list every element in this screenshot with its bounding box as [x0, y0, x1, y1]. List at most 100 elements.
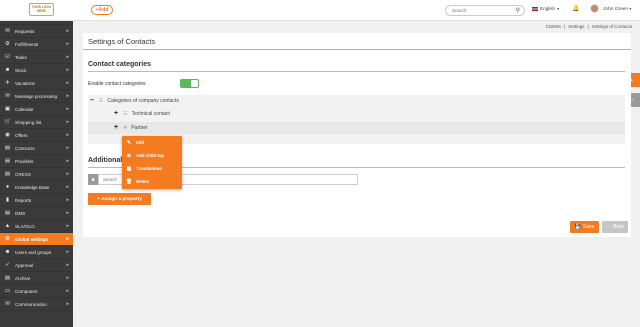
sidebar-item-communication[interactable]: ✉ Communication ▸: [0, 298, 73, 311]
collapse-icon[interactable]: –: [90, 97, 94, 104]
sidebar-item-approval[interactable]: ✓ Approval ▸: [0, 259, 73, 272]
chevron-right-icon: ▸: [66, 275, 69, 281]
sidebar-item-computers[interactable]: ▭ Computers ▸: [0, 285, 73, 298]
sidebar-item-sla-olo[interactable]: ▲ SLA/OLO ▸: [0, 220, 73, 233]
search-icon[interactable]: ⚲: [516, 7, 520, 14]
chevron-down-icon: ▾: [557, 6, 560, 11]
expand-icon[interactable]: +: [114, 110, 118, 117]
add-button[interactable]: +Add: [91, 5, 113, 15]
global-search-input[interactable]: [446, 6, 508, 15]
communication-icon: ✉: [5, 301, 10, 307]
breadcrumb-item-2: Settings of Contacts: [591, 24, 632, 29]
stock-icon: ■: [5, 67, 10, 73]
chevron-right-icon: ▸: [66, 249, 69, 255]
drag-handle-icon[interactable]: ☰: [123, 111, 127, 117]
chevron-right-icon: ▸: [66, 223, 69, 229]
sidebar-item-label: Tasks: [15, 54, 27, 60]
trash-icon: 🗑: [125, 178, 133, 185]
sidebar-item-pricelists[interactable]: ▤ Pricelists ▸: [0, 155, 73, 168]
context-menu-delete[interactable]: 🗑 Delete: [122, 175, 182, 188]
tree-item[interactable]: + ✥ Partner: [114, 124, 148, 131]
page-title: Settings of Contacts: [88, 37, 156, 46]
sidebar-item-users-and-groups[interactable]: ☻ Users and groups ▸: [0, 246, 73, 259]
translations-icon: ▦: [126, 165, 132, 172]
breadcrumb-item-1[interactable]: Settings: [568, 24, 584, 29]
tree-item-label: Partner: [131, 124, 148, 131]
assign-property-button[interactable]: + Assign a property: [88, 193, 151, 205]
sidebar-item-fulfillments[interactable]: ⚙ Fulfillments ▸: [0, 38, 73, 51]
chevron-right-icon: ▸: [66, 301, 69, 307]
chevron-right-icon: ▸: [66, 210, 69, 216]
sidebar-item-calendar[interactable]: ▣ Calendar ▸: [0, 103, 73, 116]
sidebar-item-vacations[interactable]: ✈ Vacations ▸: [0, 77, 73, 90]
breadcrumb-item-0[interactable]: CDBSK: [546, 24, 562, 29]
sidebar-item-shopping-list[interactable]: 🛒 Shopping list ▸: [0, 116, 73, 129]
users-icon: ☻: [4, 249, 11, 255]
avatar[interactable]: [590, 4, 599, 13]
sidebar-item-label: Archive: [15, 275, 31, 281]
reports-icon: ▮: [5, 197, 10, 203]
tasks-icon: ☑: [5, 54, 10, 60]
sidebar: ☰Deals▸✉Requests▸⚙Fulfillments▸☑Tasks▸■S…: [0, 21, 73, 327]
contracts-icon: ▤: [4, 145, 11, 151]
add-icon: ⊕: [126, 152, 132, 159]
drag-handle-icon[interactable]: ☰: [99, 98, 103, 104]
chevron-right-icon: ▸: [66, 132, 69, 138]
archive-icon: ▤: [4, 275, 11, 281]
language-selector[interactable]: English ▾: [532, 6, 559, 11]
sidebar-item-label: CRESS: [15, 171, 31, 177]
sidebar-item-requests[interactable]: ✉ Requests ▸: [0, 25, 73, 38]
enable-categories-toggle[interactable]: [180, 79, 199, 88]
sidebar-item-label: Communication: [15, 301, 47, 307]
tree-root[interactable]: – ☰ Categories of company contacts: [90, 97, 179, 104]
back-button[interactable]: ← Back: [602, 221, 628, 233]
expand-icon[interactable]: +: [114, 124, 118, 131]
bell-icon[interactable]: 🔔: [572, 5, 579, 12]
select-all-checkbox[interactable]: ■: [88, 174, 98, 185]
fulfillments-icon: ⚙: [5, 41, 10, 47]
deals-icon: ☰: [4, 21, 11, 22]
tree-item-label: Technical contact: [131, 110, 170, 117]
chevron-right-icon: ▸: [66, 158, 69, 164]
sidebar-item-label: Reports: [15, 197, 32, 203]
sidebar-item-reports[interactable]: ▮ Reports ▸: [0, 194, 73, 207]
save-button[interactable]: 💾 Save: [570, 221, 599, 233]
context-menu-add-child[interactable]: ⊕ Add child tag: [122, 149, 182, 162]
context-menu-translations[interactable]: ▦ Translations: [122, 162, 182, 175]
sidebar-item-cress[interactable]: ▤ CRESS ▸: [0, 168, 73, 181]
settings-icon: ⚙: [5, 236, 10, 242]
save-label: Save: [582, 224, 595, 230]
chevron-right-icon: ▸: [66, 236, 69, 242]
sidebar-item-knowledge-base[interactable]: ● Knowledge Base ▸: [0, 181, 73, 194]
enable-categories-label: Enable contact categories: [88, 81, 146, 87]
sidebar-item-archive[interactable]: ▤ Archive ▸: [0, 272, 73, 285]
sidebar-item-global-settings[interactable]: ⚙ Global settings ▸: [0, 233, 73, 246]
context-menu-label: Delete: [136, 179, 150, 184]
chevron-right-icon: ▸: [66, 67, 69, 73]
tree-root-label: Categories of company contacts: [107, 97, 179, 104]
tree-item[interactable]: + ☰ Technical contact: [114, 110, 170, 117]
sidebar-item-label: Vacations: [15, 80, 35, 86]
sidebar-item-message-processing[interactable]: ✉ Message processing ▸: [0, 90, 73, 103]
company-logo[interactable]: YOUR LOGO HERE: [29, 3, 54, 16]
vacations-icon: ✈: [5, 80, 10, 86]
message-icon: ✉: [5, 93, 10, 99]
sidebar-item-label: Calendar: [15, 106, 34, 112]
sidebar-item-stock[interactable]: ■ Stock ▸: [0, 64, 73, 77]
sidebar-item-contracts[interactable]: ▤ Contracts ▸: [0, 142, 73, 155]
chevron-right-icon: ▸: [66, 288, 69, 294]
chevron-right-icon: ▸: [66, 119, 69, 125]
sidebar-item-offers[interactable]: ◉ Offers ▸: [0, 129, 73, 142]
sidebar-item-label: Requests: [15, 28, 35, 34]
sidebar-item-label: Offers: [15, 132, 28, 138]
language-label: English: [540, 6, 556, 11]
section-title-additional: Additional: [88, 157, 123, 164]
global-search[interactable]: ⚲: [445, 5, 525, 16]
sidebar-item-label: Computers: [15, 288, 38, 294]
sidebar-item-label: Message processing: [15, 93, 58, 99]
context-menu-edit[interactable]: ✎ Edit: [122, 136, 182, 149]
move-icon[interactable]: ✥: [123, 125, 127, 131]
user-menu[interactable]: John Green ▾: [603, 6, 631, 12]
sidebar-item-dms[interactable]: ▤ DMS ▸: [0, 207, 73, 220]
sidebar-item-tasks[interactable]: ☑ Tasks ▸: [0, 51, 73, 64]
